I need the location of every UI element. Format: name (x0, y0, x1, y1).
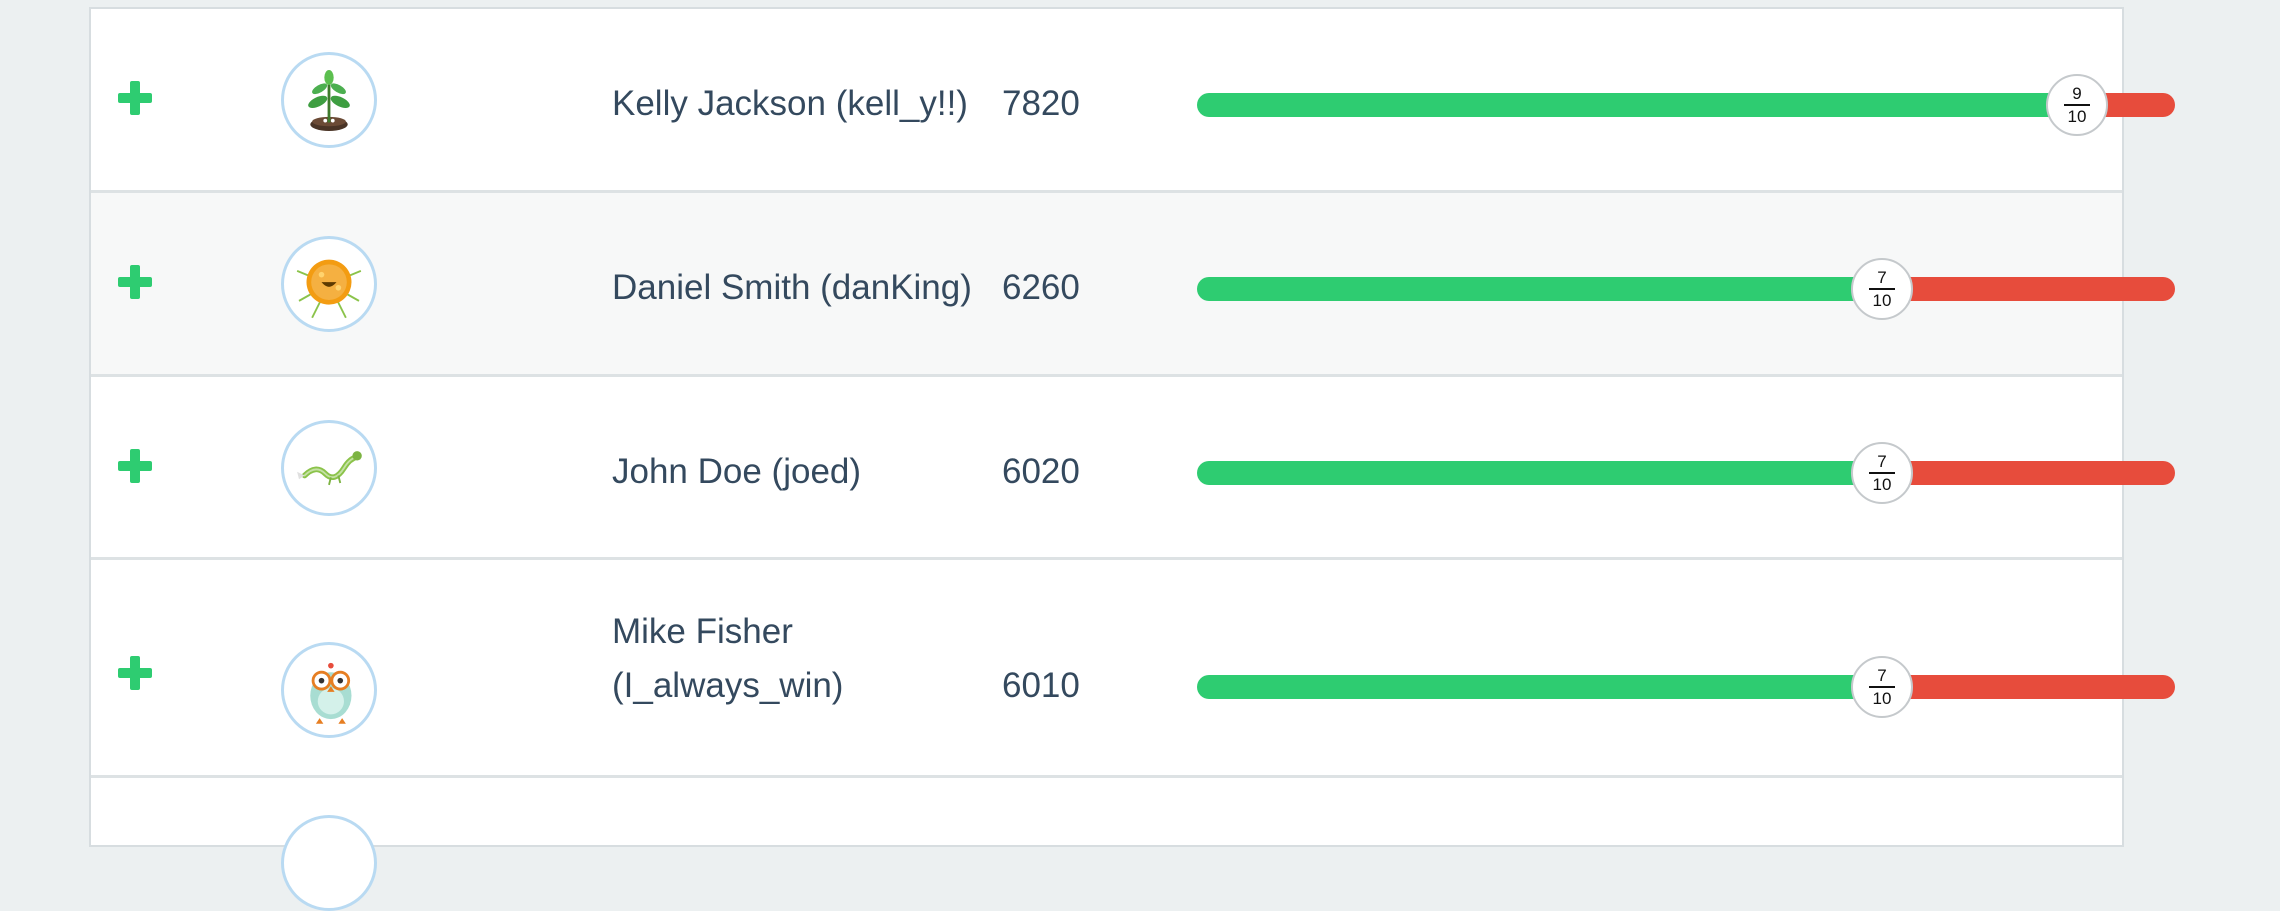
progress-bar-good (1197, 461, 1882, 485)
progress-knob: 7 10 (1851, 656, 1913, 718)
leaderboard-panel: Kelly Jackson (kell_y!!) 7820 9 10 Danie… (89, 7, 2175, 911)
add-friend-button[interactable] (118, 265, 152, 299)
progress-numerator: 7 (1877, 666, 1887, 685)
progress-bar-bad (1882, 277, 2175, 301)
progress-bar: 7 10 (1197, 258, 2175, 320)
progress-numerator: 9 (2072, 84, 2082, 103)
leaderboard-row: Mike Fisher (I_always_win) 6010 7 10 (91, 560, 2175, 778)
progress-denominator: 10 (2064, 104, 2090, 126)
add-friend-button[interactable] (118, 656, 152, 690)
player-score: 6020 (1002, 452, 1080, 491)
player-name: Mike Fisher (I_always_win) (612, 605, 843, 713)
player-name: John Doe (joed) (612, 452, 862, 491)
green-dragon-icon (281, 420, 377, 516)
owl-robot-icon (281, 642, 377, 738)
progress-denominator: 10 (1869, 288, 1895, 310)
progress-bar: 7 10 (1197, 442, 2175, 504)
leaderboard-row (91, 778, 2122, 911)
player-score: 7820 (1002, 84, 1080, 123)
orange-fluffy-monster-icon (281, 236, 377, 332)
progress-numerator: 7 (1877, 452, 1887, 471)
player-name: Daniel Smith (danKing) (612, 268, 972, 307)
progress-denominator: 10 (1869, 472, 1895, 494)
player-score: 6010 (1002, 666, 1080, 705)
progress-bar-bad (1882, 675, 2175, 699)
progress-bar: 9 10 (1197, 74, 2175, 136)
player-score: 6260 (1002, 268, 1080, 307)
progress-bar-good (1197, 675, 1882, 699)
player-name-line2: (I_always_win) (612, 666, 844, 705)
progress-knob: 9 10 (2046, 74, 2108, 136)
player-name: Kelly Jackson (kell_y!!) (612, 84, 968, 123)
progress-bar: 7 10 (1197, 656, 2175, 718)
add-friend-button[interactable] (118, 81, 152, 115)
avatar (281, 815, 377, 911)
progress-bar-good (1197, 277, 1882, 301)
progress-bar-good (1197, 93, 2077, 117)
progress-knob: 7 10 (1851, 258, 1913, 320)
leaderboard-row: John Doe (joed) 6020 7 10 (91, 377, 2175, 560)
leaderboard-row: Daniel Smith (danKing) 6260 7 10 (91, 193, 2175, 377)
progress-bar-bad (1882, 461, 2175, 485)
leaderboard-row: Kelly Jackson (kell_y!!) 7820 9 10 (91, 9, 2175, 193)
sprout-plant-icon (281, 52, 377, 148)
progress-knob: 7 10 (1851, 442, 1913, 504)
player-name-line1: Mike Fisher (612, 612, 793, 651)
add-friend-button[interactable] (118, 449, 152, 483)
progress-denominator: 10 (1869, 686, 1895, 708)
progress-numerator: 7 (1877, 268, 1887, 287)
